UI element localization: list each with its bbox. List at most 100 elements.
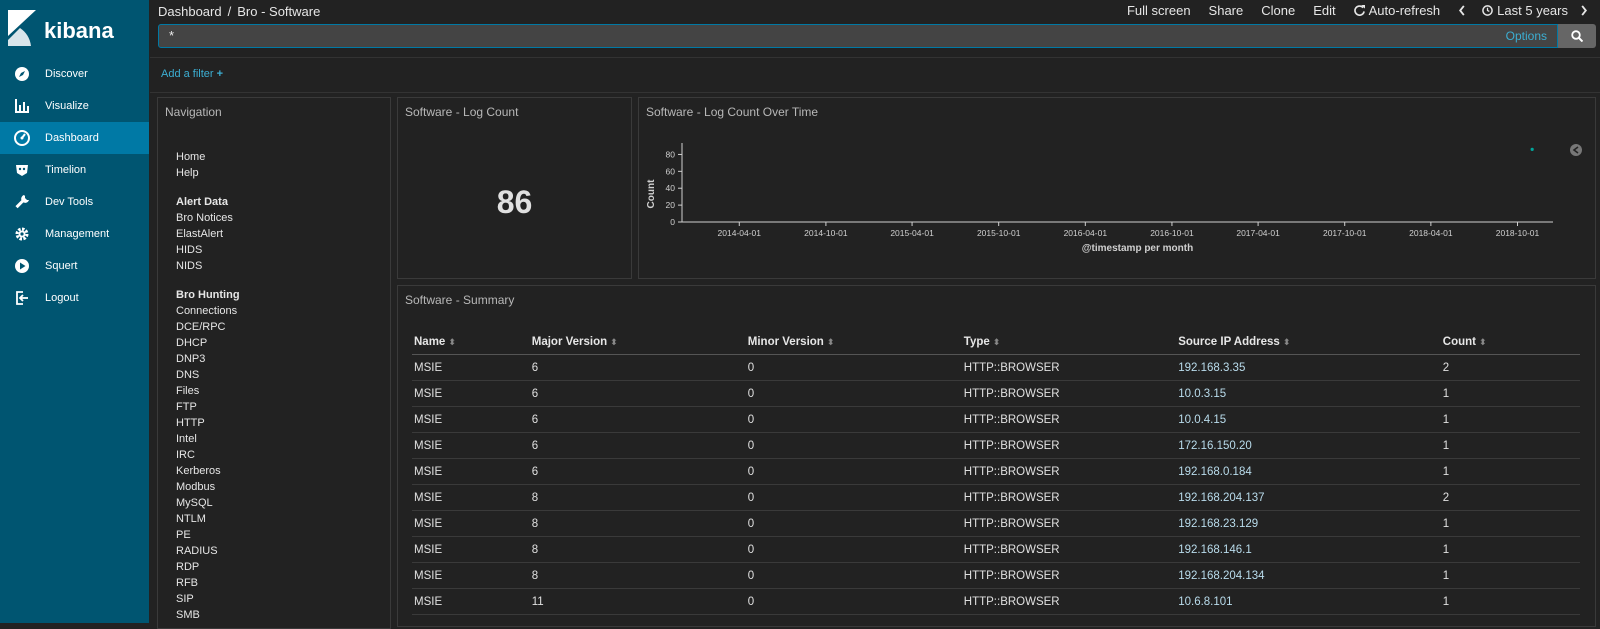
edit-button[interactable]: Edit: [1313, 3, 1335, 18]
sort-icon[interactable]: ⬍: [1283, 337, 1291, 347]
column-header-type[interactable]: Type ⬍: [961, 330, 1177, 355]
sidebar-item-label: Discover: [45, 68, 88, 80]
sidebar-item-label: Visualize: [45, 100, 89, 112]
table-row: MSIE 8 0 HTTP::BROWSER 192.168.146.1 1: [412, 536, 1580, 563]
nav-link-rdp[interactable]: RDP: [176, 559, 240, 575]
nav-link-elastalert[interactable]: ElastAlert: [176, 226, 240, 242]
column-header-label: Major Version: [531, 336, 608, 348]
nav-link-home[interactable]: Home: [176, 149, 240, 165]
sidebar-item-squert[interactable]: Squert: [0, 250, 149, 282]
nav-link-http[interactable]: HTTP: [176, 415, 240, 431]
column-header-label: Count: [1442, 336, 1476, 348]
sidebar-item-timelion[interactable]: Timelion: [0, 154, 149, 186]
nav-link-hids[interactable]: HIDS: [176, 242, 240, 258]
nav-link-files[interactable]: Files: [176, 383, 240, 399]
dashboard-icon: [12, 128, 32, 148]
search-input[interactable]: * Options: [158, 24, 1558, 48]
nav-link-dns[interactable]: DNS: [176, 367, 240, 383]
sidebar-item-dev-tools[interactable]: Dev Tools: [0, 186, 149, 218]
nav-link-dnp3[interactable]: DNP3: [176, 351, 240, 367]
nav-link-help[interactable]: Help: [176, 165, 240, 181]
column-header-label: Type: [963, 336, 990, 348]
nav-link-connections[interactable]: Connections: [176, 303, 240, 319]
sidebar-item-label: Squert: [45, 260, 78, 272]
table-cell-minor-version: 0: [745, 536, 962, 563]
wrench-icon: [12, 192, 32, 212]
gear-icon: [12, 224, 32, 244]
time-forward-button[interactable]: [1580, 5, 1592, 16]
nav-link-ftp[interactable]: FTP: [176, 399, 240, 415]
nav-link-mysql[interactable]: MySQL: [176, 495, 240, 511]
nav-link-radius[interactable]: RADIUS: [176, 543, 240, 559]
table-cell-count: 1: [1440, 510, 1580, 537]
table-cell-name: MSIE: [412, 536, 530, 563]
column-header-label: Source IP Address: [1178, 336, 1280, 348]
nav-link-irc[interactable]: IRC: [176, 447, 240, 463]
table-cell-major-version: 8: [529, 536, 746, 563]
breadcrumb-dashboard-link[interactable]: Dashboard: [158, 4, 222, 19]
kibana-logo[interactable]: kibana: [6, 10, 146, 50]
nav-link-kerberos[interactable]: Kerberos: [176, 463, 240, 479]
filter-bar: Add a filter +: [150, 57, 1600, 93]
nav-link-modbus[interactable]: Modbus: [176, 479, 240, 495]
share-button[interactable]: Share: [1209, 3, 1244, 18]
y-tick-label: 60: [666, 166, 676, 176]
sort-icon[interactable]: ⬍: [1479, 337, 1487, 347]
table-cell-minor-version: 0: [745, 354, 962, 381]
table-header-row: Name ⬍ Major Version ⬍ Minor Version ⬍ Type ⬍ So…: [412, 330, 1580, 355]
sort-icon[interactable]: ⬍: [610, 337, 618, 347]
nav-link-dce-rpc[interactable]: DCE/RPC: [176, 319, 240, 335]
sort-icon[interactable]: ⬍: [993, 337, 1001, 347]
sort-icon[interactable]: ⬍: [827, 337, 835, 347]
column-header-name[interactable]: Name ⬍: [412, 330, 530, 355]
time-back-button[interactable]: [1458, 5, 1470, 16]
time-picker-button[interactable]: Last 5 years: [1482, 3, 1568, 18]
y-tick-label: 20: [666, 200, 676, 210]
table-cell-major-version: 6: [529, 432, 746, 459]
sidebar-item-logout[interactable]: Logout: [0, 282, 149, 314]
table-cell-minor-version: 0: [745, 432, 962, 459]
table-row: MSIE 6 0 HTTP::BROWSER 192.168.3.35 2: [412, 354, 1580, 381]
sidebar-item-dashboard[interactable]: Dashboard: [0, 122, 149, 154]
clone-button[interactable]: Clone: [1261, 3, 1295, 18]
nav-link-intel[interactable]: Intel: [176, 431, 240, 447]
sidebar-item-discover[interactable]: Discover: [0, 58, 149, 90]
nav-link-rfb[interactable]: RFB: [176, 575, 240, 591]
navigation-panel: Navigation Home Help Alert Data Bro Notices…: [157, 97, 391, 629]
table-cell-type: HTTP::BROWSER: [961, 510, 1177, 537]
add-filter-button[interactable]: Add a filter +: [161, 68, 223, 80]
top-nav-actions: Full screen Share Clone Edit Auto-refres…: [1109, 3, 1592, 18]
breadcrumb-current: Bro - Software: [237, 4, 321, 19]
sort-icon[interactable]: ⬍: [448, 337, 456, 347]
nav-link-pe[interactable]: PE: [176, 527, 240, 543]
query-options-link[interactable]: Options: [1506, 29, 1547, 43]
full-screen-button[interactable]: Full screen: [1127, 3, 1191, 18]
nav-link-smb[interactable]: SMB: [176, 607, 240, 623]
column-header-count[interactable]: Count ⬍: [1440, 330, 1580, 355]
nav-section-header: Bro Hunting: [176, 289, 240, 301]
nav-link-nids[interactable]: NIDS: [176, 258, 240, 274]
column-header-source-ip-address[interactable]: Source IP Address ⬍: [1176, 330, 1441, 355]
column-header-minor-version[interactable]: Minor Version ⬍: [745, 330, 962, 355]
sidebar-item-visualize[interactable]: Visualize: [0, 90, 149, 122]
auto-refresh-button[interactable]: Auto-refresh: [1353, 3, 1440, 18]
nav-link-sip[interactable]: SIP: [176, 591, 240, 607]
legend-toggle-icon[interactable]: [1570, 144, 1582, 156]
column-header-major-version[interactable]: Major Version ⬍: [529, 330, 746, 355]
search-button[interactable]: [1558, 24, 1596, 48]
table-cell-major-version: 6: [529, 458, 746, 485]
table-cell-count: 2: [1440, 354, 1580, 381]
table-cell-minor-version: 0: [745, 458, 962, 485]
sidebar-item-management[interactable]: Management: [0, 218, 149, 250]
nav-link-dhcp[interactable]: DHCP: [176, 335, 240, 351]
table-cell-major-version: 11: [529, 588, 746, 615]
table-cell-major-version: 6: [529, 406, 746, 433]
table-cell-type: HTTP::BROWSER: [961, 432, 1177, 459]
x-tick-label: 2018-04-01: [1409, 228, 1453, 238]
table-cell-type: HTTP::BROWSER: [961, 588, 1177, 615]
nav-link-ntlm[interactable]: NTLM: [176, 511, 240, 527]
log-count-panel: Software - Log Count 86: [397, 97, 632, 279]
nav-link-bro-notices[interactable]: Bro Notices: [176, 210, 240, 226]
table-cell-major-version: 6: [529, 354, 746, 381]
table-cell-name: MSIE: [412, 406, 530, 433]
